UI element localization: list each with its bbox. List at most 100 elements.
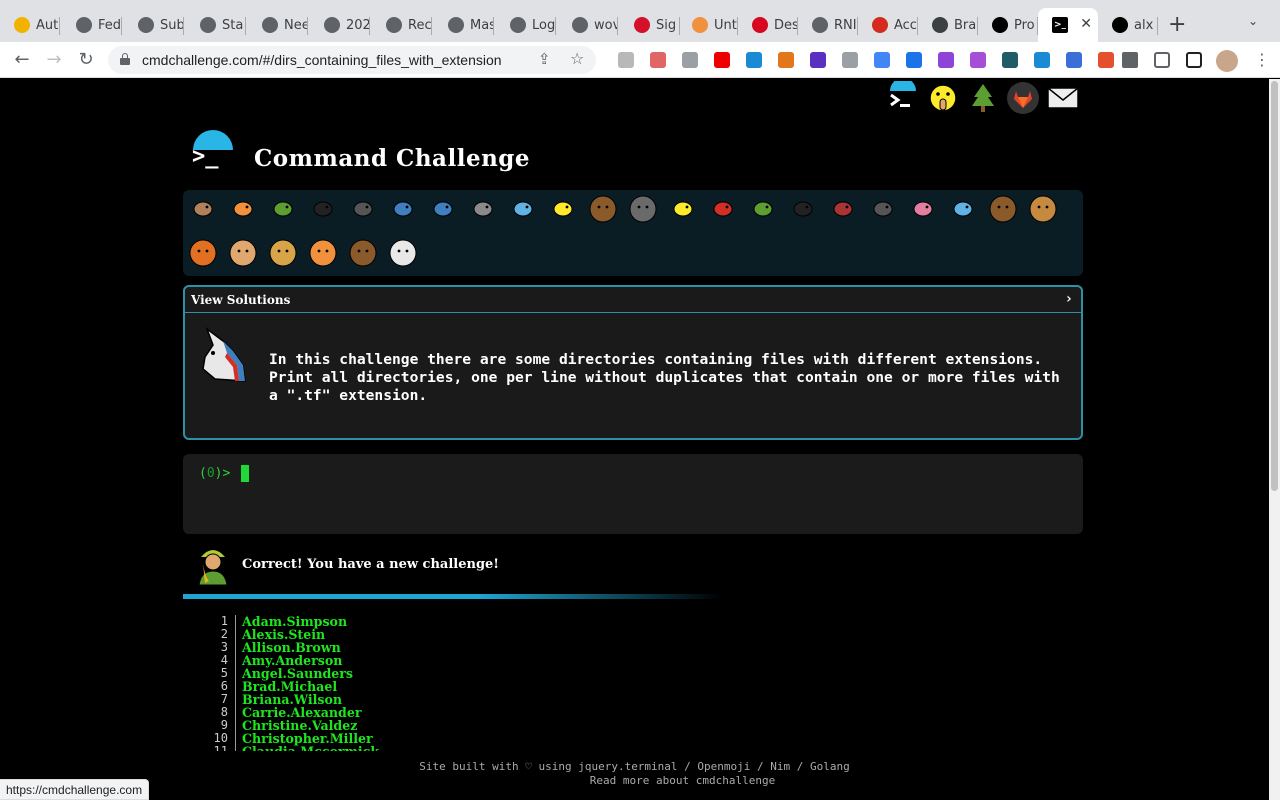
download-extension-icon[interactable] [906,52,922,68]
tiger-icon[interactable] [308,238,338,268]
tab-13[interactable]: Des [738,8,798,42]
tab-label: Sta [222,17,244,33]
tab-label: wov [594,17,618,33]
tropical-fish-icon[interactable] [548,194,578,224]
tab-active[interactable]: >_ ✕ [1038,8,1098,42]
scorpion-icon[interactable] [828,194,858,224]
tab-4[interactable]: Sta [186,8,246,42]
address-bar[interactable]: cmdchallenge.com/#/dirs_containing_files… [108,46,596,74]
notification-extension-icon[interactable] [810,52,826,68]
bookmark-star-icon[interactable]: ☆ [570,49,584,68]
skype-extension-icon[interactable] [746,52,762,68]
ladybug-icon[interactable] [708,194,738,224]
share-icon[interactable]: ⇪ [538,50,551,68]
butterfly-icon[interactable] [228,194,258,224]
cmdchallenge-logo-icon[interactable] [886,81,920,115]
caterpillar-icon[interactable] [268,194,298,224]
cat-icon[interactable] [228,238,258,268]
blue-extension-icon[interactable] [1034,52,1050,68]
reading-list-icon[interactable] [1154,52,1170,68]
snail-icon[interactable] [188,194,218,224]
dolphin-grey-icon[interactable] [468,194,498,224]
spider-icon[interactable] [788,194,818,224]
whale-icon[interactable] [388,194,418,224]
wolf-icon[interactable] [628,194,658,224]
new-tab-button[interactable]: + [1168,12,1186,37]
a-extension-icon[interactable] [1066,52,1082,68]
tab-11[interactable]: Sig [620,8,680,42]
a-teal-extension-icon[interactable] [1002,52,1018,68]
tab-6[interactable]: 202 [310,8,370,42]
red-box-extension-icon[interactable] [1098,52,1114,68]
brand-prompt: >_ [192,144,219,169]
tab-14[interactable]: RNI [798,8,858,42]
footer-read-more-link[interactable]: Read more about cmdchallenge [96,774,1269,788]
tab-12[interactable]: Unt [678,8,738,42]
tab-7[interactable]: Rec [372,8,432,42]
shushing-face-icon[interactable] [926,81,960,115]
tab-label: alx [1134,17,1154,33]
envelope-icon[interactable] [1046,81,1080,115]
s-red-extension-icon[interactable] [970,52,986,68]
tab-17[interactable]: Pro [978,8,1038,42]
qr-extension-icon[interactable] [618,52,634,68]
bee-icon[interactable] [668,194,698,224]
tab-15[interactable]: Acc [858,8,918,42]
gitlab-icon[interactable] [1006,81,1040,115]
monkey-icon[interactable] [988,194,1018,224]
page-scrollbar[interactable] [1269,79,1280,800]
fox-icon[interactable] [188,238,218,268]
extensions-puzzle-icon[interactable] [1122,52,1138,68]
s-purple-extension-icon[interactable] [938,52,954,68]
tab-19[interactable]: alx [1098,8,1158,42]
view-solutions-label[interactable]: View Solutions [191,293,290,307]
challenge-description: In this challenge there are some directo… [269,351,1060,404]
fly-icon[interactable] [868,194,898,224]
footer-credits[interactable]: Site built with ♡ using jquery.terminal … [0,760,1269,774]
microbe-icon[interactable] [948,194,978,224]
color-extension-icon[interactable] [874,52,890,68]
side-panel-icon[interactable] [1186,52,1202,68]
view-solutions-header[interactable]: View Solutions › [185,287,1081,313]
lion-icon[interactable] [268,238,298,268]
back-button[interactable]: ← [10,48,34,72]
tab-label: Pro [1014,17,1035,33]
opera-extension-icon[interactable] [714,52,730,68]
tab-1[interactable]: Aut [0,8,60,42]
terminal-input[interactable]: (0)> [183,454,1083,534]
scrollbar-thumb[interactable] [1271,81,1278,491]
unicorn-icon[interactable] [388,238,418,268]
cricket-icon[interactable] [748,194,778,224]
close-tab-icon[interactable]: ✕ [1080,16,1092,32]
blowfish-icon[interactable] [588,194,618,224]
worm-icon[interactable] [908,194,938,224]
horse-icon[interactable] [348,238,378,268]
tab-search-icon[interactable]: ⌄ [1248,14,1258,28]
dolphin-blue-icon[interactable] [428,194,458,224]
ant-icon[interactable] [308,194,338,224]
tab-8[interactable]: Mas [434,8,494,42]
reload-button[interactable]: ↻ [74,48,98,72]
spider-web-icon[interactable] [348,194,378,224]
tab-label: RNI [834,17,857,33]
evergreen-tree-icon[interactable] [966,81,1000,115]
profile-avatar[interactable] [1216,50,1238,72]
tab-3[interactable]: Sub [124,8,184,42]
dog-icon[interactable] [1028,194,1058,224]
screenshot-extension-icon[interactable] [650,52,666,68]
devtools-extension-icon[interactable] [682,52,698,68]
tab-favicon-icon [992,17,1008,33]
metamask-extension-icon[interactable] [778,52,794,68]
camera-extension-icon[interactable] [842,52,858,68]
chevron-right-icon[interactable]: › [1065,291,1073,307]
fish-icon[interactable] [508,194,538,224]
tab-5[interactable]: Nee [248,8,308,42]
tab-favicon-icon [572,17,588,33]
address-url[interactable]: cmdchallenge.com/#/dirs_containing_files… [142,52,502,68]
browser-menu-icon[interactable]: ⋮ [1250,48,1274,72]
tab-9[interactable]: Log [496,8,556,42]
tab-10[interactable]: wov [558,8,618,42]
tab-16[interactable]: Bra [918,8,978,42]
tab-2[interactable]: Fed [62,8,122,42]
forward-button[interactable]: → [42,48,66,72]
